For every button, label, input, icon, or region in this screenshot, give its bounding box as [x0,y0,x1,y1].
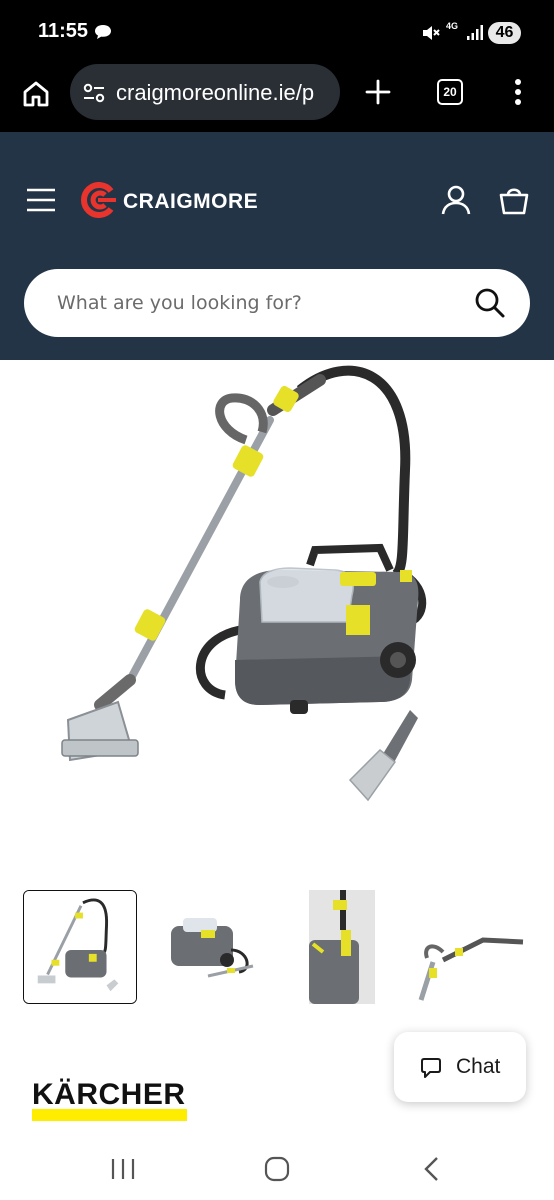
site-name: CRAIGMORE [123,190,259,213]
product-thumbnail-1[interactable] [23,890,137,1004]
account-icon[interactable] [438,182,474,218]
product-main-image[interactable] [0,360,554,850]
network-type-label: 4G [446,21,459,31]
system-navigation-bar [0,1140,554,1200]
manufacturer-logo: KÄRCHER [30,1076,188,1124]
cart-icon[interactable] [496,182,532,218]
craigmore-logo-mark-icon [81,182,116,218]
home-icon[interactable] [18,76,54,112]
url-text[interactable]: craigmoreonline.ie/p [116,80,338,106]
manufacturer-logo-bar [32,1109,187,1121]
product-thumbnail-2[interactable] [153,890,267,1004]
browser-toolbar: craigmoreonline.ie/p 20 [0,62,554,132]
manufacturer-name: KÄRCHER [32,1078,186,1111]
mute-icon [423,26,440,40]
tab-switcher-button[interactable]: 20 [437,79,463,105]
search-input[interactable] [57,289,457,317]
message-notification-icon [95,25,111,39]
product-thumbnail-3[interactable] [283,890,397,1004]
site-header: CRAIGMORE [0,132,554,360]
recent-apps-icon[interactable] [110,1157,136,1181]
home-nav-icon[interactable] [264,1156,290,1182]
address-bar[interactable]: craigmoreonline.ie/p [70,64,340,120]
search-icon[interactable] [474,287,506,319]
menu-icon[interactable] [26,186,56,214]
back-icon[interactable] [422,1156,442,1182]
status-bar: 11:55 4G 46 [0,0,554,62]
signal-icon [467,25,483,40]
new-tab-icon[interactable] [360,74,396,110]
chat-label: Chat [456,1055,501,1078]
product-thumbnail-4[interactable] [413,890,527,1004]
product-thumbnail-strip [0,888,554,1006]
battery-indicator: 46 [488,22,521,44]
more-options-icon[interactable] [506,74,530,110]
chat-button[interactable]: Chat [394,1032,526,1102]
site-settings-icon[interactable] [82,82,106,104]
status-time: 11:55 [38,20,89,42]
search-bar[interactable] [24,269,530,337]
chat-bubble-icon [421,1058,441,1078]
